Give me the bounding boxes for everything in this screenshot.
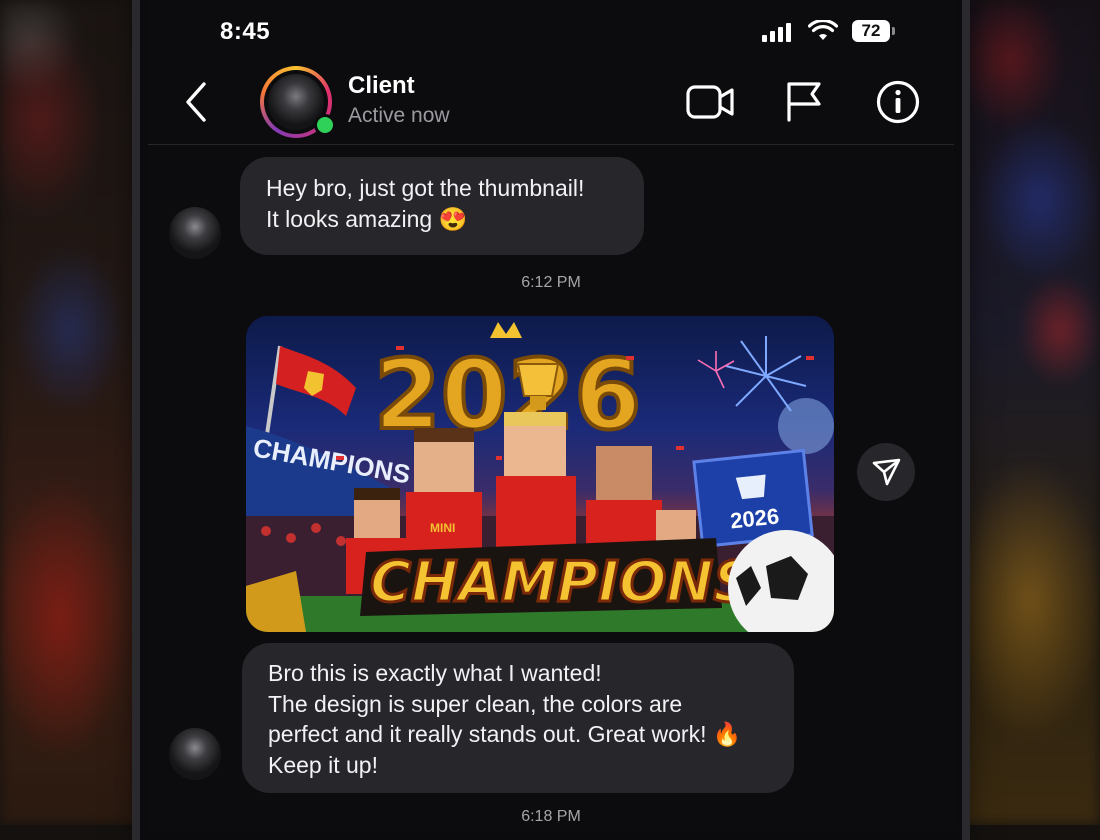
sender-avatar[interactable] xyxy=(169,207,221,259)
chat-screen: 8:45 72 Client Active now Hey bro, just … xyxy=(148,0,954,830)
message-text: perfect and it really stands out. Great … xyxy=(268,721,742,747)
message-text: The design is super clean, the colors ar… xyxy=(268,690,683,717)
wifi-icon xyxy=(808,20,838,40)
contact-status: Active now xyxy=(348,104,450,127)
message-text: It looks amazing 😍 xyxy=(266,205,468,232)
phone-frame: 8:45 72 Client Active now Hey bro, just … xyxy=(140,0,962,840)
chat-header: Client Active now xyxy=(148,62,954,145)
back-icon[interactable] xyxy=(178,80,218,124)
message-text: Bro this is exactly what I wanted! xyxy=(268,660,602,686)
jersey-text: MINI xyxy=(430,521,455,535)
message-bubble[interactable]: Hey bro, just got the thumbnail! It look… xyxy=(240,157,644,255)
battery-icon: 72 xyxy=(852,20,895,42)
message-timestamp: 6:12 PM xyxy=(521,274,581,291)
background-left xyxy=(0,0,150,825)
status-time: 8:45 xyxy=(220,18,271,45)
message-bubble[interactable]: Bro this is exactly what I wanted! The d… xyxy=(242,643,794,793)
flag-icon[interactable] xyxy=(781,80,829,124)
contact-name[interactable]: Client xyxy=(348,72,415,100)
thumbnail-image[interactable]: CHAMPIONS 2026 2026 MINI CHAMPIONS xyxy=(246,316,834,632)
video-call-icon[interactable] xyxy=(686,80,734,124)
signal-icon xyxy=(762,22,791,42)
scoreboard-year: 2026 xyxy=(729,503,780,533)
message-text: Hey bro, just got the thumbnail! xyxy=(266,175,585,201)
message-timestamp: 6:18 PM xyxy=(521,808,581,825)
status-bar: 8:45 72 xyxy=(148,0,954,62)
thumbnail-artwork: CHAMPIONS 2026 2026 MINI CHAMPIONS xyxy=(246,322,834,632)
info-icon[interactable] xyxy=(874,80,922,124)
online-indicator xyxy=(314,114,336,136)
share-button[interactable] xyxy=(857,443,915,501)
background-right xyxy=(950,0,1100,825)
sender-avatar[interactable] xyxy=(169,728,221,780)
share-icon xyxy=(872,458,901,486)
message-text: Keep it up! xyxy=(268,751,378,778)
thumbnail-title: CHAMPIONS xyxy=(370,550,754,615)
